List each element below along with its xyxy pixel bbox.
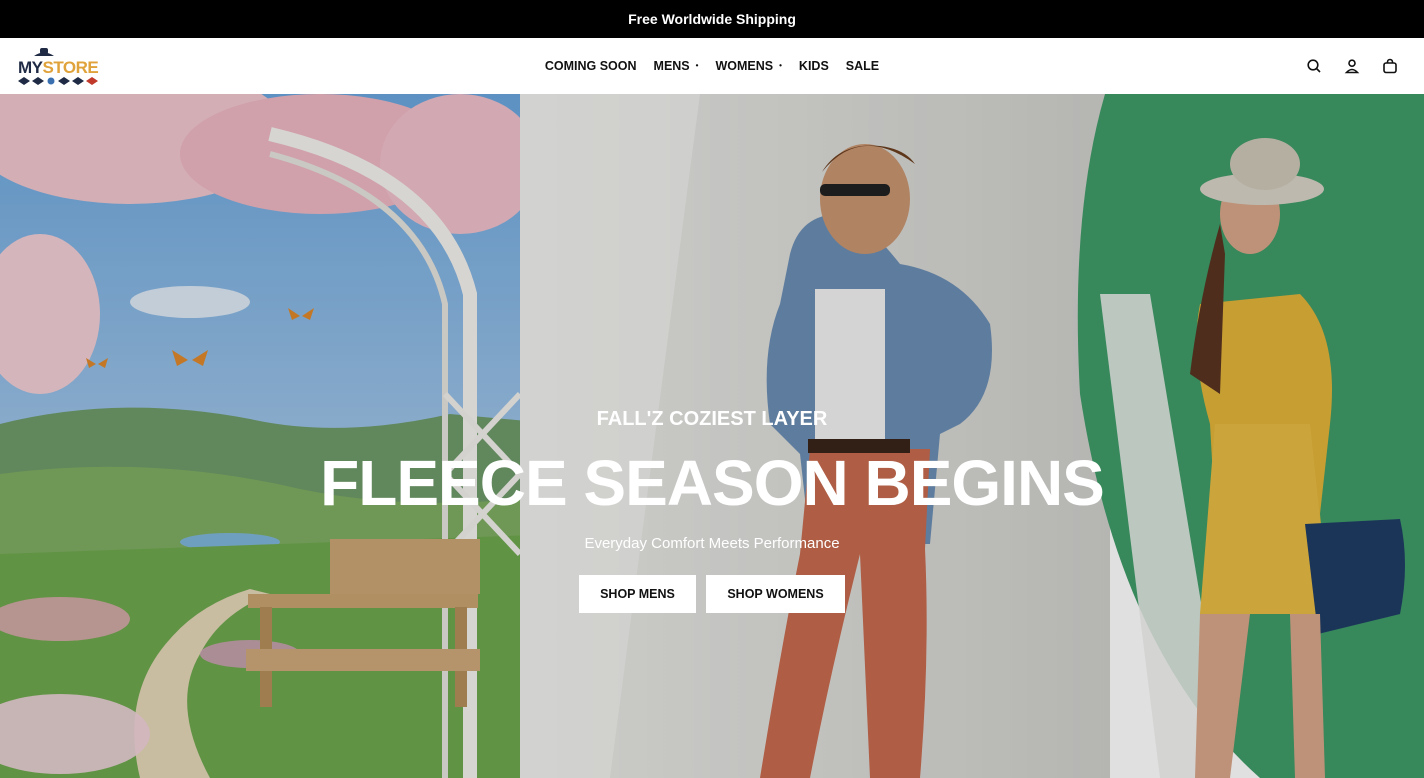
header-icons xyxy=(1306,38,1398,94)
dropdown-dot-icon: • xyxy=(779,60,782,70)
announcement-bar: Free Worldwide Shipping xyxy=(0,0,1424,38)
hero-buttons: SHOP MENS SHOP WOMENS xyxy=(0,575,1424,613)
dropdown-dot-icon: • xyxy=(695,60,699,70)
hat-icon xyxy=(34,48,54,56)
logo-pattern-strip xyxy=(18,77,98,85)
nav-kids[interactable]: KIDS xyxy=(799,59,829,73)
store-logo[interactable]: MYSTORE xyxy=(18,46,99,88)
site-header: MYSTORE COMING SOON MENS • WOMENS • KIDS S… xyxy=(0,38,1424,94)
hero-subtitle: Everyday Comfort Meets Performance xyxy=(584,535,840,552)
announcement-text: Free Worldwide Shipping xyxy=(628,11,796,27)
cart-icon[interactable] xyxy=(1382,58,1398,74)
shop-mens-button[interactable]: SHOP MENS xyxy=(579,575,696,613)
nav-womens[interactable]: WOMENS • xyxy=(715,59,781,73)
hero-eyebrow: FALL'Z COZIEST LAYER xyxy=(596,408,828,430)
hero-content: FALL'Z COZIEST LAYER FLEECE SEASON BEGIN… xyxy=(0,94,1424,778)
nav-label: KIDS xyxy=(798,59,829,73)
logo-wordmark: MYSTORE xyxy=(18,58,99,78)
hero-headline: FLEECE SEASON BEGINS xyxy=(320,447,1105,519)
search-icon[interactable] xyxy=(1306,58,1322,74)
nav-label: WOMENS xyxy=(715,59,774,73)
main-nav: COMING SOON MENS • WOMENS • KIDS SALE xyxy=(0,38,1424,94)
account-icon[interactable] xyxy=(1344,58,1360,74)
logo-part-store: STORE xyxy=(42,58,99,77)
nav-mens[interactable]: MENS • xyxy=(654,59,699,73)
shop-womens-button[interactable]: SHOP WOMENS xyxy=(706,575,845,613)
nav-label: MENS xyxy=(653,59,690,73)
nav-sale[interactable]: SALE xyxy=(846,59,879,73)
hero-banner: FALL'Z COZIEST LAYER FLEECE SEASON BEGIN… xyxy=(0,94,1424,778)
nav-label: COMING SOON xyxy=(544,59,637,73)
nav-label: SALE xyxy=(845,59,880,73)
nav-coming-soon[interactable]: COMING SOON xyxy=(545,59,637,73)
logo-part-my: MY xyxy=(18,58,43,77)
